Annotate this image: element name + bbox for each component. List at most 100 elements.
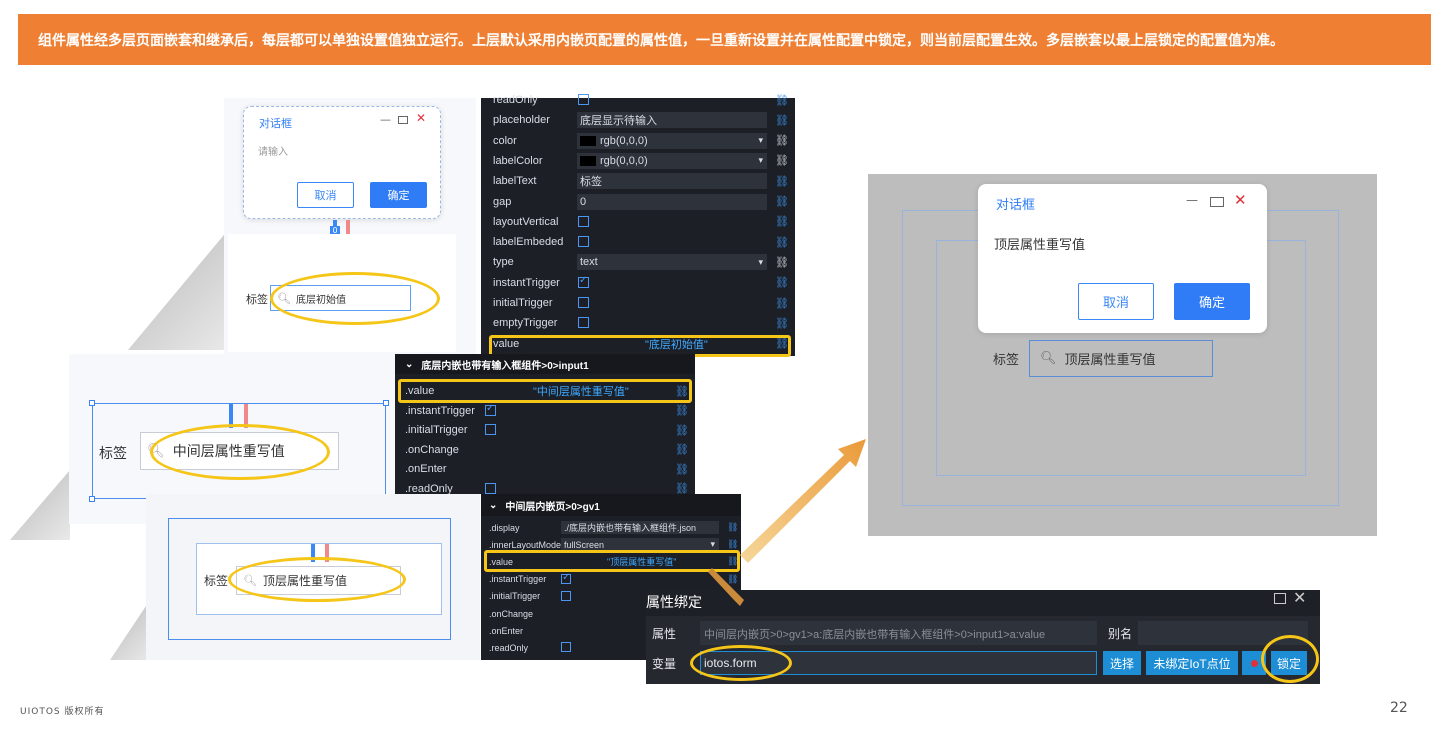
prop-row: color rgb(0,0,0) ▾ ⛓ [481,131,795,151]
link-icon[interactable]: ⛓ [675,404,689,417]
chevron-down-icon[interactable]: ▾ [758,257,763,268]
link-icon[interactable]: ⛓ [775,154,789,167]
checkbox[interactable] [578,94,589,105]
prop-name: readOnly [493,94,538,106]
link-icon[interactable]: ⛓ [775,276,789,289]
checkbox[interactable] [578,215,589,227]
chevron-down-icon[interactable]: ▾ [758,155,763,166]
prop-row: .onChange ⛓ [395,440,695,460]
banner: 组件属性经多层页面嵌套和继承后，每层都可以单独设置值独立运行。上层默认采用内嵌页… [18,14,1431,65]
prop-field[interactable]: 0 [577,193,767,210]
prop-name: .readOnly [489,642,529,653]
ok-button[interactable]: 确定 [370,182,427,208]
link-icon[interactable]: ⛓ [775,297,789,310]
arrow-to-lock [708,568,744,606]
search-icon: 🔍︎ [1040,351,1057,366]
footer-copyright: UIOTOS 版权所有 [20,707,105,717]
select-button[interactable]: 选择 [1103,651,1141,675]
checkbox[interactable] [485,482,496,494]
close-icon[interactable]: ✕ [1293,588,1306,608]
cancel-button[interactable]: 取消 [1078,283,1154,320]
link-icon[interactable]: ⛓ [775,134,789,147]
prop-name: .onEnter [405,463,447,475]
prop-row: labelColor rgb(0,0,0) ▾ ⛓ [481,151,795,171]
prop-name: labelColor [493,154,543,167]
chevron-down-icon[interactable]: ▾ [710,539,715,550]
checkbox[interactable] [578,236,589,248]
link-icon[interactable]: ⛓ [727,522,738,533]
prop-field[interactable]: text ▾ [577,254,767,271]
prop-row: emptyTrigger ⛓ [481,313,795,333]
prop-name: labelText [493,175,537,188]
prop-field[interactable]: fullScreen ▾ [561,538,719,552]
preview-label: 标签 [993,353,1020,368]
unbound-iot-button[interactable]: 未绑定IoT点位 [1146,651,1238,675]
checkbox[interactable] [485,403,496,416]
prop-name: .onEnter [489,625,524,636]
chevron-down-icon[interactable]: ⌄ [489,500,497,511]
checkbox[interactable] [561,590,571,601]
handle[interactable] [383,400,389,406]
prop-name: gap [493,195,512,208]
checkbox[interactable] [561,572,571,584]
minimize-icon[interactable]: — [380,113,391,126]
maximize-icon[interactable] [1274,593,1286,604]
arrow-to-preview [740,439,866,563]
prop-value: text [580,256,598,269]
var-label: 变量 [652,657,677,671]
preview-dialog[interactable]: 对话框 — ✕ 顶层属性重写值 取消 确定 [978,184,1267,333]
close-icon[interactable]: ✕ [1234,191,1247,209]
link-icon[interactable]: ⛓ [775,317,789,330]
prop-field[interactable]: rgb(0,0,0) ▾ [577,132,767,149]
prop-row: labelEmbeded ⛓ [481,232,795,252]
prop-name: placeholder [493,114,550,127]
middle-label: 标签 [99,446,127,462]
preview-input-value: 顶层属性重写值 [1064,353,1156,368]
prop-field[interactable]: 标签 [577,173,767,190]
handle[interactable] [89,496,95,502]
link-icon[interactable]: ⛓ [775,195,789,208]
prop-row: placeholder 底层显示待输入 ⛓ [481,110,795,130]
prop-name: color [493,134,517,147]
prop-field[interactable]: ./底层内嵌也带有输入框组件.json [561,521,719,534]
bottom-dialog[interactable]: 对话框 — ✕ 请输入 取消 确定 [243,106,441,219]
preview-input[interactable]: 🔍︎ 顶层属性重写值 [1029,340,1213,377]
alias-label: 别名 [1108,627,1133,641]
link-icon[interactable]: ⛓ [675,443,689,456]
link-icon[interactable]: ⛓ [727,539,738,550]
prop-field[interactable]: 底层显示待输入 [577,112,767,129]
prop-value: 底层显示待输入 [580,115,657,128]
prop-name: instantTrigger [493,276,560,289]
prop-name: emptyTrigger [493,317,558,330]
ok-button[interactable]: 确定 [1174,283,1250,320]
cancel-button[interactable]: 取消 [297,182,354,208]
link-icon[interactable]: ⛓ [775,114,789,127]
link-icon[interactable]: ⛓ [775,236,789,249]
maximize-icon[interactable] [1210,197,1224,207]
link-icon[interactable]: ⛓ [775,175,789,188]
close-icon[interactable]: ✕ [416,111,426,125]
link-icon[interactable]: ⛓ [775,256,789,269]
prop-value: rgb(0,0,0) [600,134,648,147]
preview-dialog-title: 对话框 [996,198,1036,213]
chevron-down-icon[interactable]: ⌄ [405,359,413,370]
link-icon[interactable]: ⛓ [675,424,689,437]
checkbox[interactable] [578,317,589,329]
checkbox[interactable] [485,424,496,435]
link-icon[interactable]: ⛓ [775,215,789,228]
maximize-icon[interactable] [398,116,408,124]
color-swatch [580,155,596,166]
link-icon[interactable]: ⛓ [775,94,789,107]
prop-value: 标签 [580,176,602,189]
checkbox[interactable] [578,275,589,288]
checkbox[interactable] [578,297,589,308]
minimize-icon[interactable]: — [1186,193,1198,207]
link-icon[interactable]: ⛓ [675,463,689,476]
panel-header-text: 中间层内嵌页>0>gv1 [505,501,600,513]
prop-field[interactable]: rgb(0,0,0) ▾ [577,152,767,169]
checkbox[interactable] [561,642,571,653]
prop-row: .display ./底层内嵌也带有输入框组件.json ⛓ [481,519,741,536]
handle[interactable] [89,400,95,406]
highlight-oval-top [228,557,406,602]
chevron-down-icon[interactable]: ▾ [758,135,763,146]
